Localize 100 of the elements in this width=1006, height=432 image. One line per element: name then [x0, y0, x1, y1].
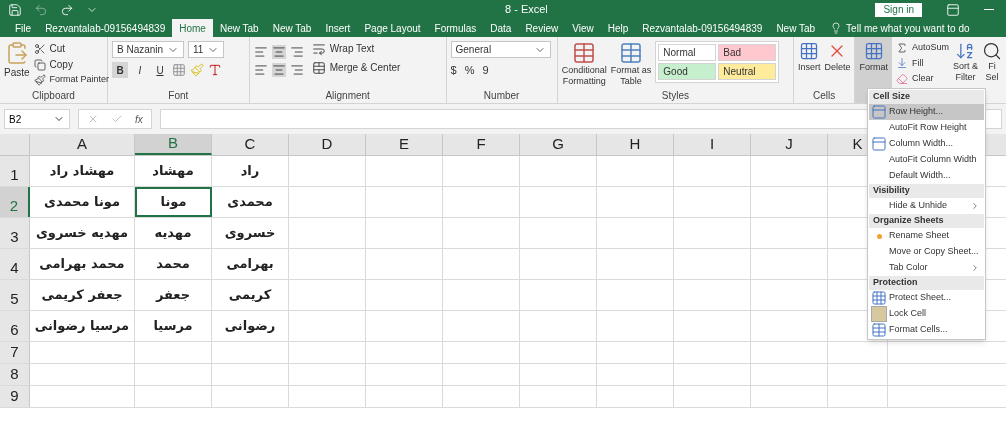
column-header[interactable]: E: [366, 134, 443, 155]
clear-button[interactable]: Clear: [895, 72, 949, 86]
table-cell[interactable]: کریمی: [212, 280, 289, 310]
group-label: Font: [167, 89, 190, 103]
table-cell[interactable]: مرسیا رضوانی: [30, 311, 135, 341]
column-header[interactable]: G: [520, 134, 597, 155]
menu-item[interactable]: Tab Color: [869, 260, 984, 276]
cell-style-swatch[interactable]: Bad: [718, 44, 777, 61]
row-header[interactable]: 2: [0, 187, 30, 217]
format-as-table-button[interactable]: Format as Table: [610, 41, 652, 87]
table-cell[interactable]: مهشاد راد: [30, 156, 135, 186]
table-cell[interactable]: جعفر کریمی: [30, 280, 135, 310]
table-cell[interactable]: جعفر: [135, 280, 212, 310]
search-icon: [982, 41, 1002, 61]
table-cell[interactable]: مهشاد: [135, 156, 212, 186]
table-cell[interactable]: محمدی: [212, 187, 289, 217]
bold-button[interactable]: B: [112, 62, 128, 78]
comma-button[interactable]: 9: [482, 62, 489, 79]
column-header[interactable]: B: [135, 134, 212, 155]
row-header[interactable]: 5: [0, 280, 30, 310]
menu-item[interactable]: Default Width...: [869, 168, 984, 184]
format-painter-button[interactable]: Format Painter: [33, 73, 110, 87]
cell-style-swatch[interactable]: Neutral: [718, 63, 777, 80]
ribbon-tab[interactable]: Formulas: [427, 19, 484, 37]
font-name-field[interactable]: B Nazanin: [112, 41, 184, 58]
column-header[interactable]: C: [212, 134, 289, 155]
ribbon-tab[interactable]: Help: [600, 19, 636, 37]
column-header[interactable]: D: [289, 134, 366, 155]
ribbon-tab[interactable]: Data: [483, 19, 519, 37]
ribbon-tab[interactable]: View: [565, 19, 601, 37]
menu-item[interactable]: Move or Copy Sheet...: [869, 244, 984, 260]
paste-button[interactable]: Paste: [4, 41, 30, 80]
copy-button[interactable]: Copy: [33, 57, 110, 72]
currency-button[interactable]: $: [450, 62, 457, 79]
table-cell[interactable]: محمد بهرامی: [30, 249, 135, 279]
ribbon-tab[interactable]: Insert: [318, 19, 358, 37]
undo-button[interactable]: [34, 2, 48, 17]
font-size-field[interactable]: 11: [188, 41, 224, 58]
autosum-button[interactable]: AutoSum: [895, 41, 949, 55]
underline-button[interactable]: U: [152, 62, 168, 78]
column-header[interactable]: F: [443, 134, 520, 155]
menu-item[interactable]: AutoFit Row Height: [869, 120, 984, 136]
cell-style-swatch[interactable]: Normal: [658, 44, 717, 61]
fill-button[interactable]: Fill: [895, 56, 949, 70]
row-header[interactable]: 7: [0, 342, 30, 363]
column-header[interactable]: I: [674, 134, 751, 155]
ribbon-tab[interactable]: Rezvantalab-09156494839: [38, 19, 173, 37]
column-header[interactable]: H: [597, 134, 674, 155]
row-header[interactable]: 3: [0, 218, 30, 248]
merge-center-button[interactable]: Merge & Center: [311, 60, 401, 75]
cell-style-swatch[interactable]: Good: [658, 63, 717, 80]
ribbon-tab[interactable]: Home: [172, 19, 213, 37]
table-cell[interactable]: مهدیه: [135, 218, 212, 248]
scissors-icon: [33, 42, 46, 55]
ribbon-tab[interactable]: File: [8, 19, 39, 37]
conditional-formatting-button[interactable]: Conditional Formatting: [561, 41, 607, 87]
menu-item[interactable]: Hide & Unhide: [869, 198, 984, 214]
row-header[interactable]: 4: [0, 249, 30, 279]
italic-button[interactable]: I: [132, 62, 148, 78]
menu-item[interactable]: AutoFit Column Width: [869, 152, 984, 168]
ribbon-tab[interactable]: Review: [518, 19, 566, 37]
name-box[interactable]: B2: [4, 109, 70, 129]
sigma-icon: [895, 41, 908, 54]
wrap-text-button[interactable]: Wrap Text: [311, 41, 401, 56]
ribbon-tab[interactable]: Rezvantalab-09156494839: [635, 19, 770, 37]
menu-item[interactable]: Lock Cell: [869, 306, 984, 322]
table-cell[interactable]: خسروی: [212, 218, 289, 248]
ribbon-tab[interactable]: New Tab: [265, 19, 319, 37]
percent-button[interactable]: %: [464, 62, 475, 79]
column-header[interactable]: J: [751, 134, 828, 155]
find-select-button[interactable]: Fi Sel: [982, 41, 1002, 103]
menu-item[interactable]: Row Height...: [869, 104, 984, 120]
table-cell[interactable]: مونا: [135, 187, 212, 217]
table-cell[interactable]: مهدیه خسروی: [30, 218, 135, 248]
menu-item[interactable]: Protect Sheet...: [869, 290, 984, 306]
ribbon-tab[interactable]: New Tab: [769, 19, 823, 37]
delete-button[interactable]: Delete: [824, 41, 851, 75]
save-icon-button[interactable]: [8, 2, 22, 17]
table-cell[interactable]: بهرامی: [212, 249, 289, 279]
menu-item[interactable]: Rename Sheet: [869, 228, 984, 244]
table-cell[interactable]: رضوانی: [212, 311, 289, 341]
tell-me-field[interactable]: Tell me what you want to do: [830, 19, 1006, 37]
table-cell[interactable]: مرسیا: [135, 311, 212, 341]
menu-item[interactable]: Format Cells...: [869, 322, 984, 338]
ribbon-tab[interactable]: Page Layout: [357, 19, 428, 37]
row-header[interactable]: 9: [0, 386, 30, 407]
cut-button[interactable]: Cut: [33, 41, 110, 56]
row-header[interactable]: 6: [0, 311, 30, 341]
ribbon-tab[interactable]: New Tab: [212, 19, 266, 37]
row-header[interactable]: 1: [0, 156, 30, 186]
table-cell[interactable]: محمد: [135, 249, 212, 279]
fill-color-icon: [190, 63, 204, 77]
redo-button[interactable]: [60, 2, 74, 17]
row-header[interactable]: 8: [0, 364, 30, 385]
table-cell[interactable]: راد: [212, 156, 289, 186]
format-button[interactable]: Format: [859, 41, 888, 75]
sign-in-button[interactable]: Sign in: [875, 2, 922, 17]
number-format-field[interactable]: General: [450, 41, 551, 58]
table-cell[interactable]: مونا محمدی: [30, 187, 135, 217]
insert-button[interactable]: Insert: [797, 41, 821, 75]
